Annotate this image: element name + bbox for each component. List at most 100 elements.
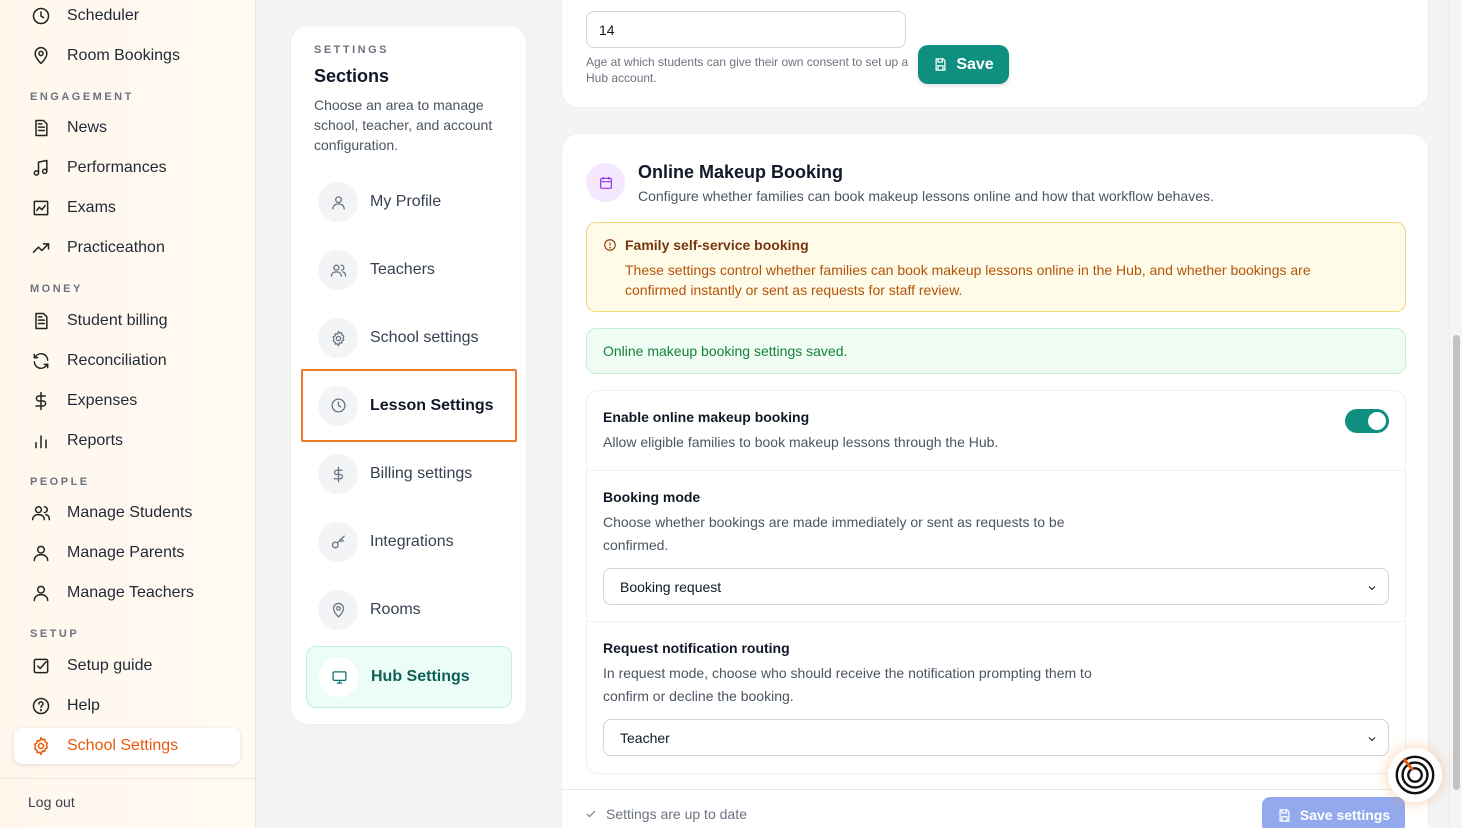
enable-title: Enable online makeup booking: [603, 409, 810, 425]
booking-mode-select[interactable]: Booking request: [603, 568, 1389, 605]
nav-practiceathon[interactable]: Practiceathon: [14, 230, 240, 266]
nav-exams[interactable]: Exams: [14, 190, 240, 226]
save-settings-button[interactable]: Save settings: [1262, 797, 1405, 828]
section-lesson-settings[interactable]: Lesson Settings: [301, 369, 517, 442]
nav-room-bookings[interactable]: Room Bookings: [14, 38, 240, 74]
section-label: Billing settings: [370, 465, 473, 482]
consent-age-input[interactable]: 14: [586, 11, 906, 48]
chart-box-icon: [30, 197, 52, 219]
nav-school-settings[interactable]: School Settings: [14, 728, 240, 764]
section-description: Configure whether families can book make…: [638, 188, 1214, 204]
save-consent-button[interactable]: Save: [918, 45, 1009, 84]
clock-icon: [30, 5, 52, 27]
booking-mode-title: Booking mode: [603, 489, 701, 505]
nav-reconciliation[interactable]: Reconciliation: [14, 343, 240, 379]
group-label-engagement: ENGAGEMENT: [30, 91, 134, 103]
document-icon: [30, 310, 52, 332]
nav-label: Reconciliation: [67, 352, 167, 369]
support-chat-button[interactable]: [1388, 748, 1442, 802]
map-pin-icon: [30, 45, 52, 67]
nav-manage-parents[interactable]: Manage Parents: [14, 535, 240, 571]
warning-callout: Family self-service booking These settin…: [586, 222, 1406, 312]
support-logo-icon: [1395, 755, 1435, 795]
nav-label: Room Bookings: [67, 47, 180, 64]
help-circle-icon: [30, 695, 52, 717]
sidebar: Scheduler Room Bookings ENGAGEMENT News …: [0, 0, 256, 828]
save-status-text: Settings are up to date: [606, 806, 747, 822]
chevron-down-icon: [1366, 581, 1378, 593]
scroll-thumb[interactable]: [1453, 335, 1460, 790]
sections-kicker: SETTINGS: [314, 44, 390, 56]
section-teachers[interactable]: Teachers: [306, 239, 512, 301]
nav-news[interactable]: News: [14, 110, 240, 146]
section-my-profile[interactable]: My Profile: [306, 171, 512, 233]
routing-select[interactable]: Teacher: [603, 719, 1389, 756]
section-label: Teachers: [370, 261, 435, 278]
nav-label: Manage Parents: [67, 544, 185, 561]
nav-manage-students[interactable]: Manage Students: [14, 495, 240, 531]
booking-mode-row: Booking mode Choose whether bookings are…: [587, 470, 1405, 621]
chevron-down-icon: [1366, 732, 1378, 744]
save-consent-label: Save: [956, 55, 994, 73]
routing-value: Teacher: [620, 729, 670, 746]
consent-age-card: 14 Age at which students can give their …: [561, 0, 1429, 108]
logout-link[interactable]: Log out: [28, 794, 75, 810]
dollar-icon: [318, 454, 358, 494]
save-status: Settings are up to date: [585, 806, 747, 822]
section-label: Hub Settings: [371, 668, 470, 685]
save-icon: [935, 58, 946, 71]
nav-label: Manage Students: [67, 504, 193, 521]
routing-description: In request mode, choose who should recei…: [603, 665, 1092, 704]
section-school-settings[interactable]: School settings: [306, 307, 512, 369]
section-rooms[interactable]: Rooms: [306, 579, 512, 641]
nav-label: Student billing: [67, 312, 168, 329]
nav-scheduler[interactable]: Scheduler: [14, 0, 240, 34]
section-label: My Profile: [370, 193, 442, 210]
save-icon: [1279, 808, 1290, 822]
section-hub-settings[interactable]: Hub Settings: [306, 646, 512, 708]
makeup-settings-box: Enable online makeup booking Allow eligi…: [586, 390, 1406, 774]
section-title: Online Makeup Booking: [638, 162, 844, 182]
map-pin-icon: [318, 590, 358, 630]
nav-reports[interactable]: Reports: [14, 423, 240, 459]
nav-label: Expenses: [67, 392, 138, 409]
user-icon: [318, 182, 358, 222]
nav-label: Practiceathon: [67, 239, 165, 256]
sections-panel: SETTINGS Sections Choose an area to mana…: [290, 25, 527, 725]
nav-label: News: [67, 119, 108, 136]
user-icon: [30, 542, 52, 564]
nav-performances[interactable]: Performances: [14, 150, 240, 186]
nav-expenses[interactable]: Expenses: [14, 383, 240, 419]
save-settings-label: Save settings: [1299, 807, 1391, 823]
section-label: Rooms: [370, 601, 421, 618]
dollar-icon: [30, 390, 52, 412]
nav-help[interactable]: Help: [14, 688, 240, 724]
routing-title: Request notification routing: [603, 640, 790, 656]
calendar-icon: [586, 163, 625, 202]
warning-title: Family self-service booking: [625, 237, 809, 253]
nav-student-billing[interactable]: Student billing: [14, 303, 240, 339]
nav-setup-guide[interactable]: Setup guide: [14, 648, 240, 684]
page-scrollbar[interactable]: [1449, 0, 1462, 828]
nav-label: Performances: [67, 159, 167, 176]
sections-description: Choose an area to manage school, teacher…: [314, 97, 493, 153]
success-message: Online makeup booking settings saved.: [586, 328, 1406, 374]
sections-title: Sections: [314, 66, 390, 86]
section-integrations[interactable]: Integrations: [306, 511, 512, 573]
nav-label: Exams: [67, 199, 116, 216]
refresh-icon: [30, 350, 52, 372]
nav-manage-teachers[interactable]: Manage Teachers: [14, 575, 240, 611]
section-billing-settings[interactable]: Billing settings: [306, 443, 512, 505]
toggle-knob: [1368, 412, 1386, 430]
consent-age-help: Age at which students can give their own…: [586, 55, 909, 85]
booking-mode-value: Booking request: [620, 578, 722, 595]
checkbox-icon: [30, 655, 52, 677]
users-icon: [30, 502, 52, 524]
clock-icon: [318, 385, 358, 426]
enable-toggle[interactable]: [1345, 409, 1389, 433]
booking-mode-description: Choose whether bookings are made immedia…: [603, 514, 1065, 553]
enable-description: Allow eligible families to book makeup l…: [603, 434, 999, 450]
routing-row: Request notification routing In request …: [587, 621, 1405, 773]
key-icon: [318, 522, 358, 562]
nav-label: Help: [67, 697, 100, 714]
